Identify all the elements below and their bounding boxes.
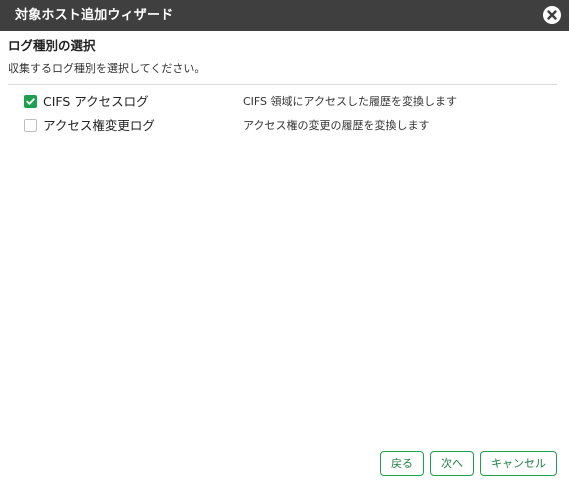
next-button[interactable]: 次へ: [430, 451, 474, 476]
checkbox-permission-change-log[interactable]: [24, 119, 37, 132]
wizard-dialog: 対象ホスト追加ウィザード ログ種別の選択 収集するログ種別を選択してください。 …: [0, 0, 569, 485]
log-type-label-permission[interactable]: アクセス権変更ログ: [43, 117, 155, 134]
checkbox-cifs-access-log[interactable]: [24, 95, 37, 108]
log-type-row-cifs: CIFS アクセスログ CIFS 領域にアクセスした履歴を変換します: [0, 92, 569, 112]
dialog-titlebar: 対象ホスト追加ウィザード: [0, 0, 569, 31]
log-type-label-cifs[interactable]: CIFS アクセスログ: [43, 93, 149, 110]
step-description: 収集するログ種別を選択してください。: [8, 62, 206, 75]
cancel-button[interactable]: キャンセル: [480, 451, 557, 476]
log-type-row-permission: アクセス権変更ログ アクセス権の変更の履歴を変換します: [0, 116, 569, 136]
log-type-list: CIFS アクセスログ CIFS 領域にアクセスした履歴を変換します アクセス権…: [0, 92, 569, 140]
log-type-description-permission: アクセス権の変更の履歴を変換します: [243, 119, 430, 132]
divider: [8, 84, 557, 85]
dialog-title: 対象ホスト追加ウィザード: [15, 8, 174, 23]
back-button[interactable]: 戻る: [380, 451, 424, 476]
checkmark-icon: [26, 98, 35, 105]
log-type-description-cifs: CIFS 領域にアクセスした履歴を変換します: [243, 95, 457, 108]
footer-buttons: 戻る 次へ キャンセル: [380, 451, 557, 476]
close-icon[interactable]: [543, 6, 561, 24]
step-title: ログ種別の選択: [8, 38, 96, 53]
